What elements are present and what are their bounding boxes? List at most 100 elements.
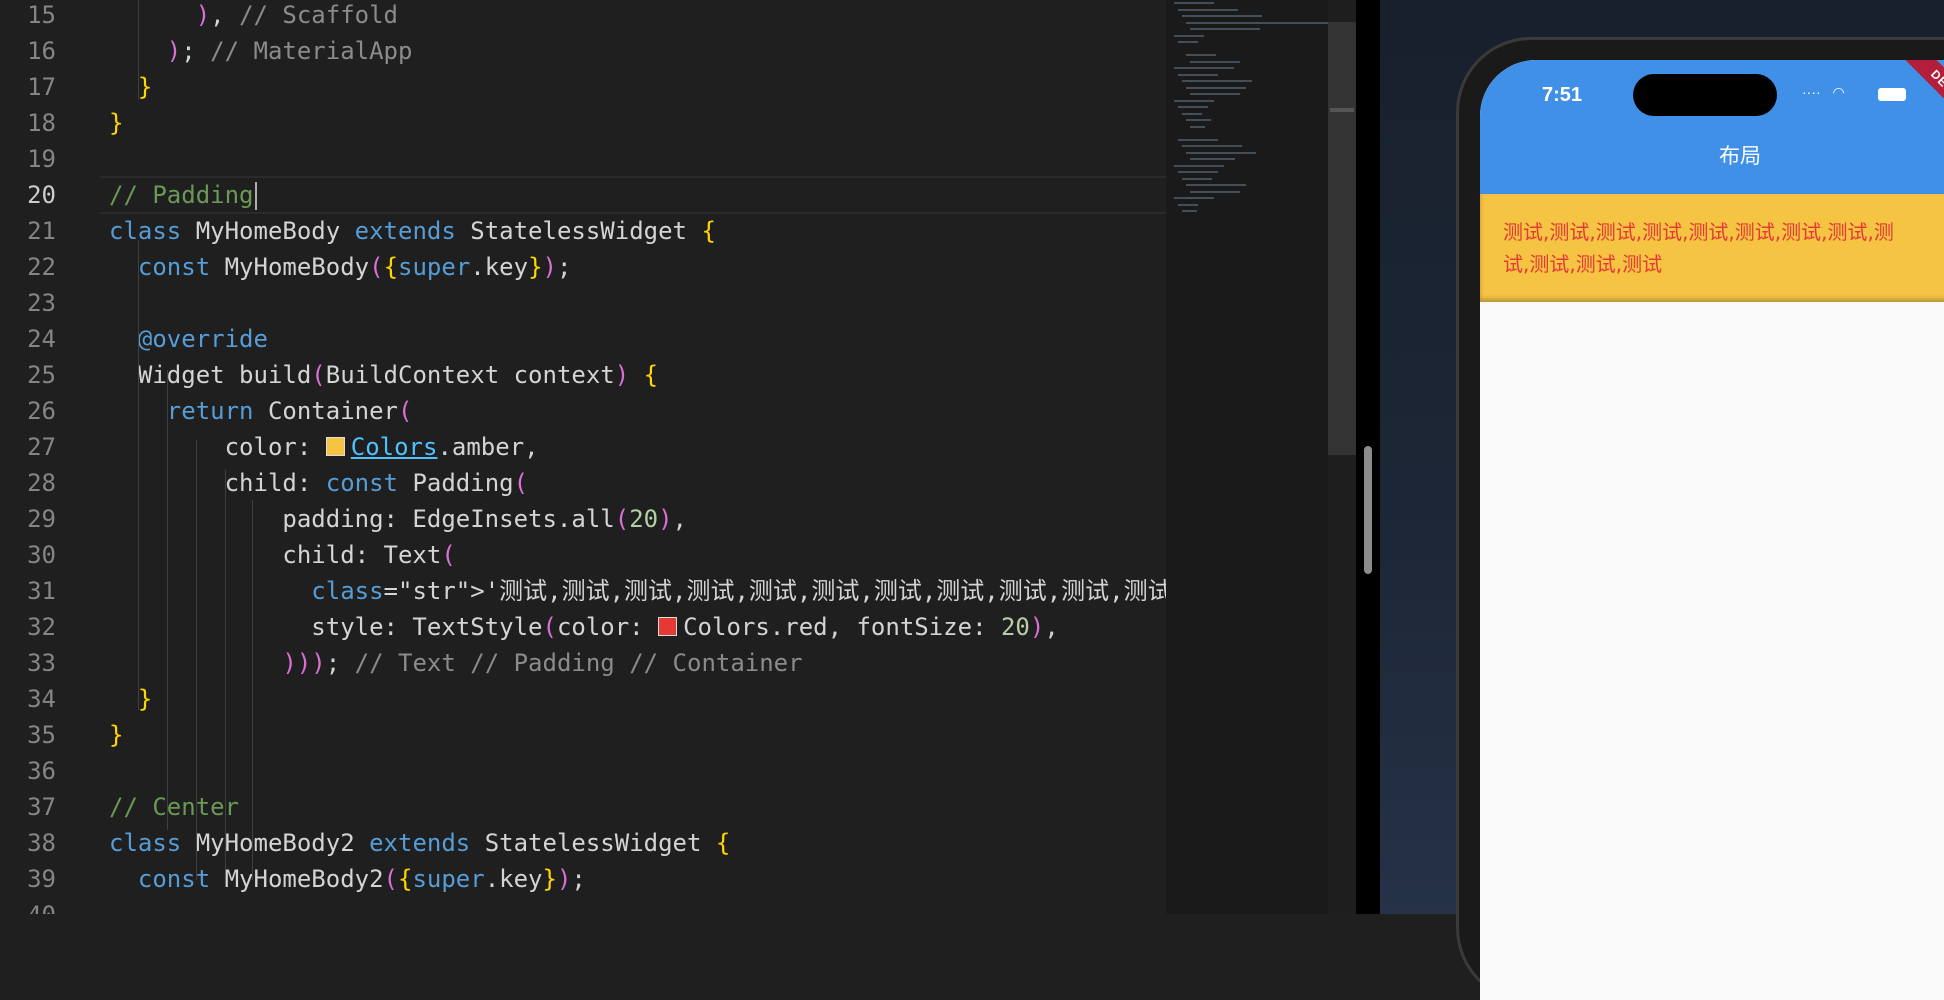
indent-guide: [138, 0, 139, 100]
code-text[interactable]: // Padding: [109, 177, 257, 213]
dynamic-island: [1633, 74, 1777, 116]
code-text[interactable]: class MyHomeBody2 extends StatelessWidge…: [109, 825, 730, 861]
code-text[interactable]: }: [109, 69, 152, 105]
minimap-line: [1174, 99, 1214, 102]
minimap-line: [1190, 60, 1240, 63]
line-number: 33: [27, 649, 56, 677]
minimap-line: [1178, 203, 1198, 206]
indent-guide: [196, 440, 197, 880]
indent-guide: [225, 470, 226, 870]
minimap-line: [1182, 112, 1202, 115]
line-number: 24: [27, 325, 56, 353]
body-text: 测试,测试,测试,测试,测试,测试,测试,测试,测试,测试,测试,测试: [1503, 220, 1894, 276]
minimap-line: [1190, 158, 1235, 160]
line-number: 15: [27, 1, 56, 29]
amber-container: 测试,测试,测试,测试,测试,测试,测试,测试,测试,测试,测试,测试: [1480, 194, 1944, 302]
line-number: 27: [27, 433, 56, 461]
status-time: 7:51: [1542, 84, 1583, 106]
code-text[interactable]: }: [109, 105, 123, 141]
signal-icon: ····: [1802, 84, 1821, 100]
line-number: 20: [27, 181, 56, 209]
line-number: 29: [27, 505, 56, 533]
app-title: 布局: [1719, 144, 1761, 168]
minimap-line: [1182, 210, 1197, 212]
minimap-line: [1190, 190, 1240, 193]
code-text[interactable]: class MyHomeBody extends StatelessWidget…: [109, 213, 716, 249]
code-text[interactable]: return Container(: [109, 393, 413, 429]
code-text[interactable]: ); // MaterialApp: [109, 33, 413, 69]
code-text[interactable]: // Center: [109, 789, 239, 825]
line-number: 35: [27, 721, 56, 749]
minimap-line: [1174, 34, 1204, 37]
minimap-line: [1174, 197, 1214, 199]
line-number: 37: [27, 793, 56, 821]
line-number: 39: [27, 865, 56, 893]
simulator-scrollbar[interactable]: [1364, 446, 1372, 574]
minimap-line: [1178, 73, 1218, 76]
text-cursor: [254, 182, 257, 210]
app-bar: 7:51 ···· ◠ DEBUG 布局: [1480, 60, 1944, 194]
battery-icon: [1878, 88, 1906, 101]
minimap-line: [1186, 86, 1246, 89]
minimap-line: [1186, 21, 1336, 24]
code-text[interactable]: child: const Padding(: [109, 465, 528, 501]
phone-screen[interactable]: 7:51 ···· ◠ DEBUG 布局 测试,测试,测试,测试,测试,测试,测…: [1480, 60, 1944, 1000]
line-number: 16: [27, 37, 56, 65]
line-number: 17: [27, 73, 56, 101]
line-number: 18: [27, 109, 56, 137]
minimap-line: [1178, 171, 1218, 173]
line-number: 38: [27, 829, 56, 857]
wifi-icon: ◠: [1832, 84, 1845, 100]
red-swatch: [658, 617, 678, 636]
line-number: 36: [27, 757, 56, 785]
code-text[interactable]: class="str">'测试,测试,测试,测试,测试,测试,测试,测试,测试,…: [109, 573, 1166, 609]
minimap-line: [1190, 93, 1240, 95]
minimap-line: [1190, 28, 1260, 30]
indent-guide: [167, 370, 168, 830]
minimap-line: [1174, 2, 1214, 4]
line-number: 32: [27, 613, 56, 641]
line-number: 26: [27, 397, 56, 425]
minimap-line: [1174, 67, 1234, 69]
line-number: 31: [27, 577, 56, 605]
minimap-line: [1182, 15, 1262, 17]
code-text[interactable]: }: [109, 717, 123, 753]
line-number: 23: [27, 289, 56, 317]
line-number: 34: [27, 685, 56, 713]
code-text[interactable]: const MyHomeBody2({super.key});: [109, 861, 586, 897]
minimap-line: [1178, 106, 1208, 108]
code-text[interactable]: color: Colors.amber,: [109, 429, 539, 465]
indent-guide: [138, 240, 139, 710]
minimap-line: [1182, 145, 1242, 147]
code-editor[interactable]: 15 ), // Scaffold 16 ); // MaterialApp 17 …: [0, 0, 1166, 914]
minimap-line: [1174, 164, 1224, 167]
minimap-line: [1186, 54, 1216, 56]
minimap-line: [1182, 80, 1252, 82]
minimap-line: [1182, 177, 1212, 180]
line-number: 25: [27, 361, 56, 389]
minimap-line: [1186, 151, 1256, 154]
phone-frame: 7:51 ···· ◠ DEBUG 布局 测试,测试,测试,测试,测试,测试,测…: [1459, 40, 1944, 1000]
code-text[interactable]: @override: [109, 321, 268, 357]
minimap-line: [1178, 8, 1238, 11]
minimap-line: [1186, 184, 1246, 186]
indent-guide: [252, 500, 253, 880]
code-text[interactable]: ))); // Text // Padding // Container: [109, 645, 802, 681]
scrollbar-thumb[interactable]: [1328, 22, 1356, 455]
current-line-highlight: [100, 176, 1166, 214]
editor-scrollbar[interactable]: [1328, 0, 1356, 914]
minimap-line: [1178, 41, 1198, 43]
minimap-line: [1186, 119, 1211, 121]
code-text[interactable]: Widget build(BuildContext context) {: [109, 357, 658, 393]
code-text[interactable]: }: [109, 681, 152, 717]
minimap-line: [1190, 125, 1205, 128]
minimap[interactable]: [1166, 0, 1336, 914]
line-number: 21: [27, 217, 56, 245]
line-number: 19: [27, 145, 56, 173]
minimap-line: [1178, 138, 1218, 141]
code-text[interactable]: const MyHomeBody({super.key});: [109, 249, 572, 285]
code-text[interactable]: child: Text(: [109, 537, 455, 573]
line-number: 30: [27, 541, 56, 569]
code-text[interactable]: ), // Scaffold: [109, 0, 398, 33]
line-number: 22: [27, 253, 56, 281]
